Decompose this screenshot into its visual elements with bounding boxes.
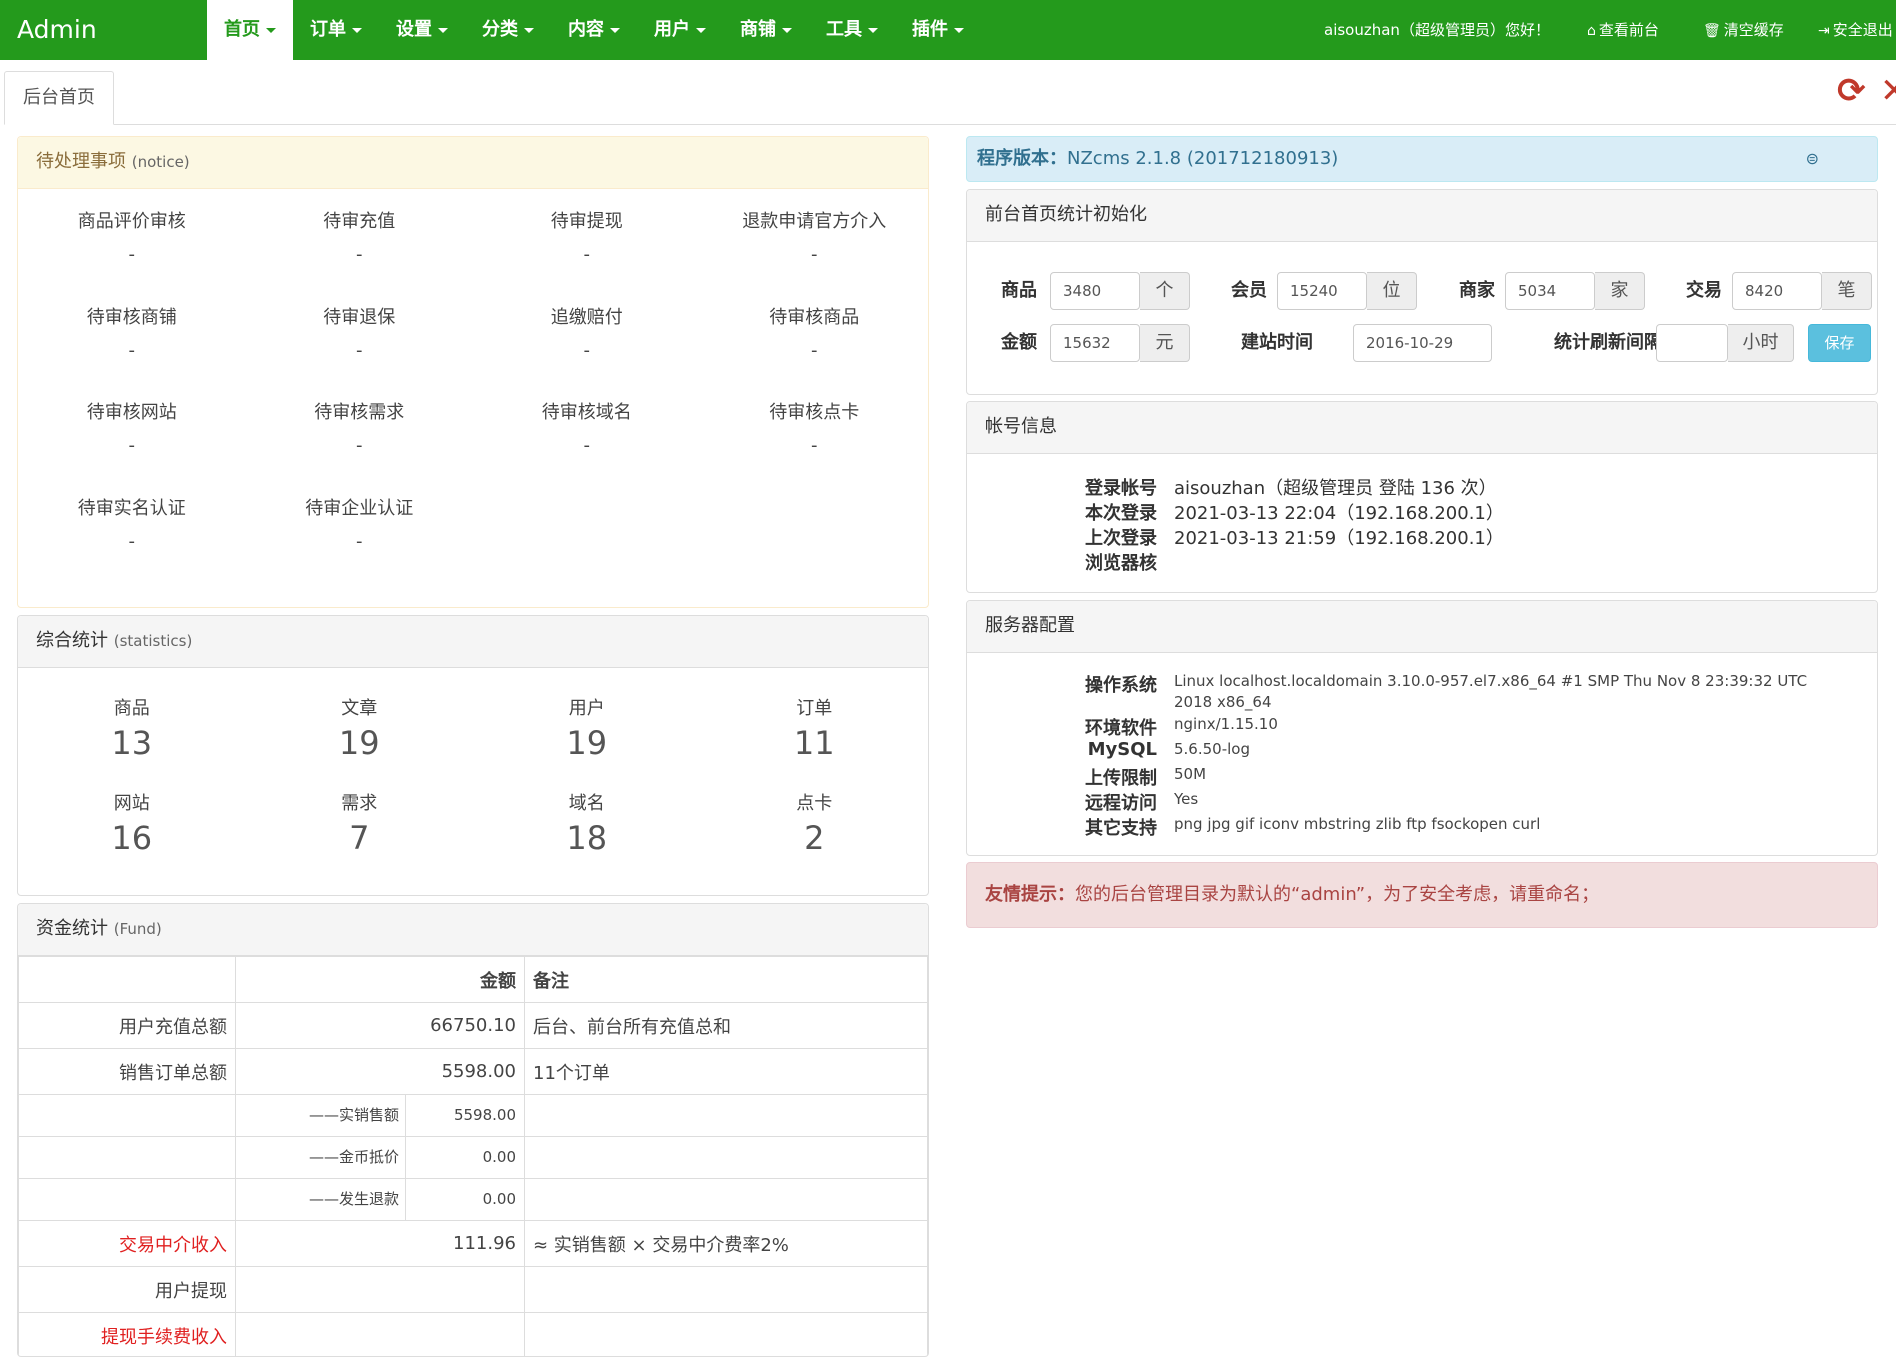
account-panel: 帐号信息 登录帐号 aisouzhan（超级管理员 登陆 136 次） 本次登录 2…: [966, 401, 1878, 593]
amount-input[interactable]: 15632: [1050, 324, 1140, 362]
version-info-bar: 程序版本：NZcms 2.1.8 (201712180913) ⊜: [966, 136, 1878, 182]
tab-dashboard[interactable]: 后台首页: [4, 71, 114, 125]
table-row: ——金币抵价 0.00: [18, 1136, 928, 1179]
notice-panel: 待处理事项 (notice) 商品评价审核 - 待审充值 - 待审提现 - 退款申请官…: [17, 136, 929, 608]
stat-item: 商品 13: [111, 698, 153, 762]
caret-down-icon: [352, 27, 362, 33]
stat-item: 用户 19: [566, 698, 608, 762]
refresh-interval-input[interactable]: [1656, 324, 1728, 362]
fund-panel: 资金统计 (Fund) 金额 备注 用户充值总额 66750.10 后台、前台所…: [17, 903, 929, 1357]
stat-item: 文章 19: [338, 698, 380, 762]
merchant-count-input[interactable]: 5034: [1505, 272, 1595, 310]
stat-item: 网站 16: [111, 793, 153, 857]
statistics-panel: 综合统计 (statistics) 商品 13 文章 19 用户 19 订单 11 网站…: [17, 615, 929, 896]
tab-divider: [4, 124, 1896, 125]
notice-heading: 待处理事项 (notice): [18, 137, 928, 189]
notice-item[interactable]: 待审核域名 -: [473, 380, 701, 476]
table-row: 销售订单总额 5598.00 11个订单: [18, 1048, 928, 1095]
refresh-icon[interactable]: ⟳: [1837, 74, 1866, 108]
stat-item: 点卡 2: [796, 793, 833, 857]
main-menu: 首页 订单 设置 分类 内容 用户 商铺 工具 插件: [207, 0, 981, 60]
table-row: 提现手续费收入: [18, 1312, 928, 1356]
statistics-heading: 综合统计 (statistics): [18, 616, 928, 668]
notice-item[interactable]: 待审核需求 -: [246, 380, 474, 476]
version-value: NZcms 2.1.8 (201712180913): [1067, 148, 1339, 169]
caret-down-icon: [696, 27, 706, 33]
build-date-input[interactable]: 2016-10-29: [1353, 324, 1492, 362]
notice-item[interactable]: 待审提现 -: [473, 189, 701, 285]
notice-item[interactable]: 商品评价审核 -: [18, 189, 246, 285]
nav-item-orders[interactable]: 订单: [293, 0, 379, 60]
notice-item[interactable]: 待审充值 -: [246, 189, 474, 285]
notice-item[interactable]: 追缴赔付 -: [473, 285, 701, 381]
server-heading: 服务器配置: [967, 601, 1877, 653]
caret-down-icon: [610, 27, 620, 33]
table-header-row: 金额 备注: [18, 956, 928, 1003]
table-row: ——实销售额 5598.00: [18, 1094, 928, 1137]
notice-item[interactable]: 待审核网站 -: [18, 380, 246, 476]
alert-text: 您的后台管理目录为默认的“admin”，为了安全考虑，请重命名；: [1075, 884, 1600, 905]
notice-item[interactable]: 待审退保 -: [246, 285, 474, 381]
caret-down-icon: [954, 27, 964, 33]
server-panel: 服务器配置 操作系统 Linux localhost.localdomain 3.…: [966, 600, 1878, 856]
table-row: 交易中介收入 111.96 ≈ 实销售额 × 交易中介费率2%: [18, 1220, 928, 1267]
init-heading: 前台首页统计初始化: [967, 190, 1877, 242]
collapse-icon[interactable]: ⊜: [1806, 137, 1819, 181]
notice-item[interactable]: 待审核点卡 -: [701, 380, 929, 476]
logout-link[interactable]: ⇥ 安全退出: [1818, 0, 1893, 60]
member-count-input[interactable]: 15240: [1277, 272, 1367, 310]
logout-icon: ⇥: [1818, 23, 1830, 39]
caret-down-icon: [782, 27, 792, 33]
nav-item-content[interactable]: 内容: [551, 0, 637, 60]
security-alert: 友情提示：您的后台管理目录为默认的“admin”，为了安全考虑，请重命名；: [966, 862, 1878, 928]
brand-logo[interactable]: Admin: [17, 0, 97, 60]
version-label: 程序版本：: [977, 148, 1067, 169]
account-heading: 帐号信息: [967, 402, 1877, 454]
statistics-grid: 商品 13 文章 19 用户 19 订单 11 网站 16 需求 7 域名 18 点卡 2: [18, 676, 928, 866]
notice-item[interactable]: 待审企业认证 -: [246, 476, 474, 572]
alert-title: 友情提示：: [985, 884, 1075, 905]
sub-label: ——金币抵价: [236, 1137, 406, 1178]
table-row: 用户充值总额 66750.10 后台、前台所有充值总和: [18, 1002, 928, 1049]
home-icon: ⌂: [1587, 23, 1596, 39]
init-panel: 前台首页统计初始化 商品 3480 个 会员 15240 位 商家 5034 家…: [966, 189, 1878, 395]
notice-item[interactable]: 退款申请官方介入 -: [701, 189, 929, 285]
stat-item: 域名 18: [566, 793, 608, 857]
caret-down-icon: [868, 27, 878, 33]
nav-item-users[interactable]: 用户: [637, 0, 723, 60]
nav-item-tools[interactable]: 工具: [809, 0, 895, 60]
trade-count-input[interactable]: 8420: [1732, 272, 1822, 310]
nav-item-settings[interactable]: 设置: [379, 0, 465, 60]
table-row: 用户提现: [18, 1266, 928, 1313]
caret-down-icon: [266, 27, 276, 33]
trash-icon: 🗑: [1703, 23, 1721, 39]
user-greeting[interactable]: aisouzhan（超级管理员）您好！: [1324, 0, 1550, 60]
notice-grid: 商品评价审核 - 待审充值 - 待审提现 - 退款申请官方介入 - 待审核商铺 - 待审退…: [18, 189, 928, 571]
fund-heading: 资金统计 (Fund): [18, 904, 928, 956]
nav-item-shops[interactable]: 商铺: [723, 0, 809, 60]
sub-label: ——发生退款: [236, 1179, 406, 1220]
fund-table: 金额 备注 用户充值总额 66750.10 后台、前台所有充值总和 销售订单总额…: [18, 956, 928, 1356]
view-frontend-link[interactable]: ⌂ 查看前台: [1587, 0, 1659, 60]
caret-down-icon: [524, 27, 534, 33]
amount-header: 金额: [235, 956, 525, 1003]
sub-label: ——实销售额: [236, 1095, 406, 1136]
close-icon[interactable]: ✕: [1880, 74, 1896, 108]
goods-count-input[interactable]: 3480: [1050, 272, 1140, 310]
caret-down-icon: [438, 27, 448, 33]
notice-item[interactable]: 待审核商品 -: [701, 285, 929, 381]
top-navbar: Admin 首页 订单 设置 分类 内容 用户 商铺 工具 插件 aisouzh…: [0, 0, 1896, 60]
note-header: 备注: [524, 956, 928, 1003]
nav-item-plugins[interactable]: 插件: [895, 0, 981, 60]
table-row: ——发生退款 0.00: [18, 1178, 928, 1221]
nav-item-categories[interactable]: 分类: [465, 0, 551, 60]
clear-cache-link[interactable]: 🗑 清空缓存: [1703, 0, 1784, 60]
save-button[interactable]: 保存: [1808, 324, 1871, 362]
stat-item: 订单 11: [793, 698, 835, 762]
notice-item[interactable]: 待审实名认证 -: [18, 476, 246, 572]
notice-item[interactable]: 待审核商铺 -: [18, 285, 246, 381]
stat-item: 需求 7: [341, 793, 378, 857]
nav-item-home[interactable]: 首页: [207, 0, 293, 60]
